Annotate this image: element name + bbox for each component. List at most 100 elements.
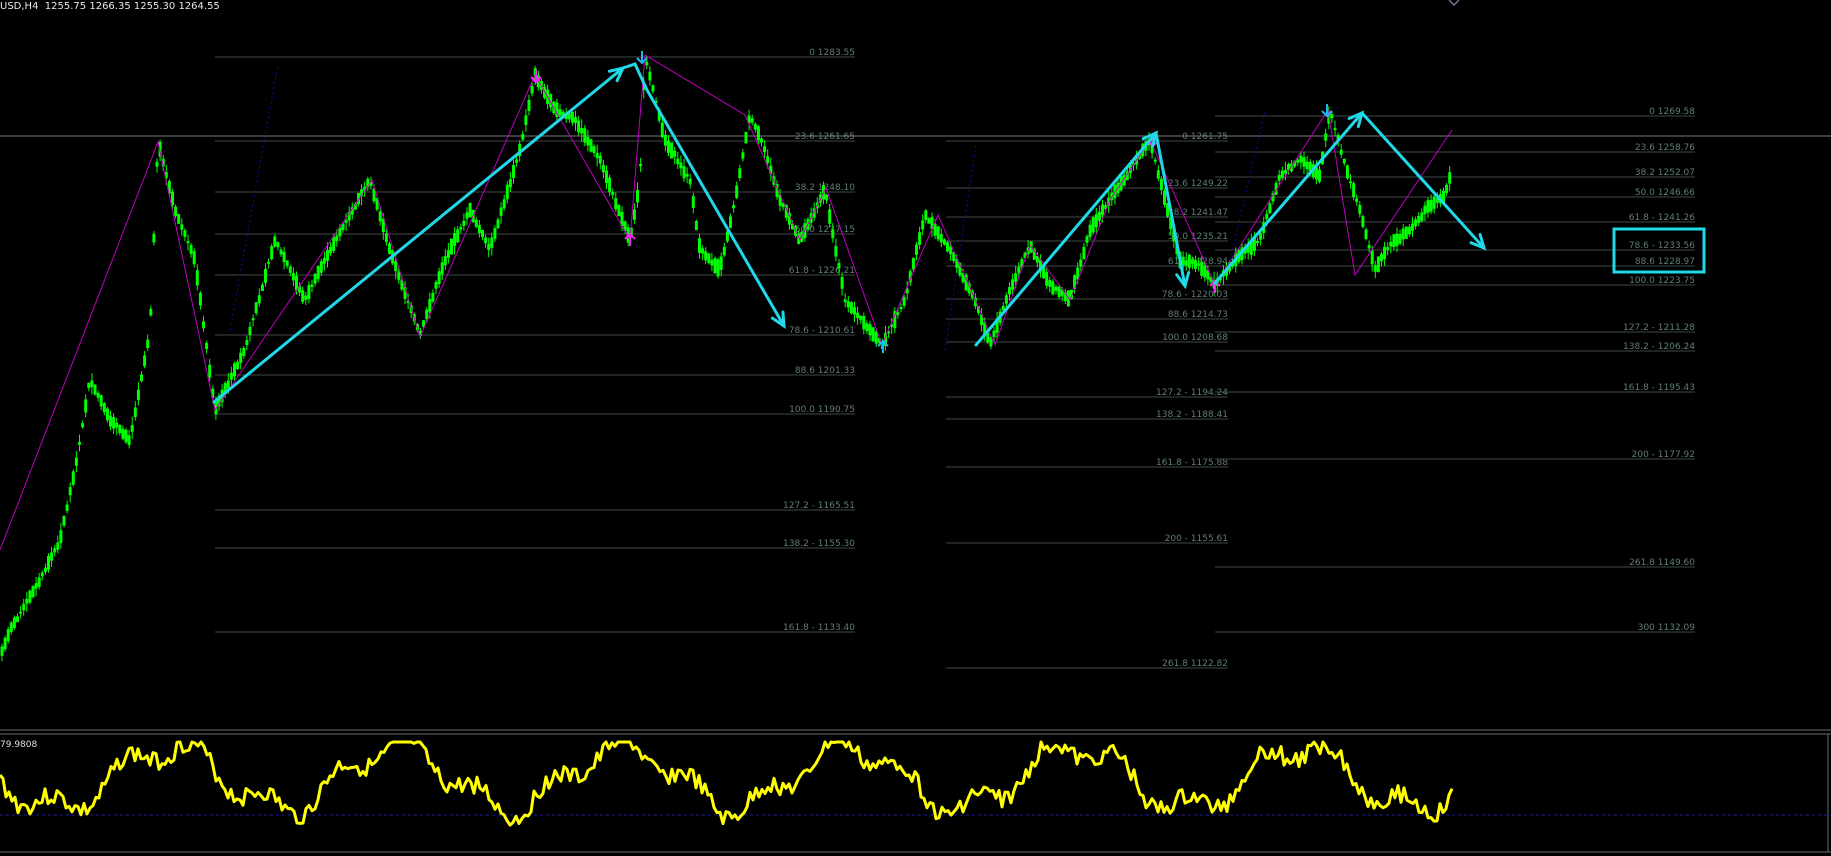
candle-body bbox=[31, 586, 35, 598]
candle-body bbox=[291, 273, 295, 281]
fib-level-label: 261.8 1122.82 bbox=[1162, 659, 1228, 669]
candle-body bbox=[90, 380, 94, 388]
candle-body bbox=[1333, 128, 1337, 131]
candle-body bbox=[617, 204, 621, 217]
candle-body bbox=[459, 227, 463, 230]
candle-body bbox=[856, 312, 860, 319]
candle-body bbox=[719, 256, 723, 270]
candle-body bbox=[180, 224, 184, 230]
candle-body bbox=[493, 228, 497, 239]
candle-body bbox=[1445, 184, 1449, 193]
candle-body bbox=[310, 284, 314, 287]
candle-body bbox=[233, 363, 236, 377]
candle-body bbox=[1426, 200, 1430, 213]
candle-body bbox=[1277, 174, 1281, 181]
candle-body bbox=[56, 542, 60, 550]
fib-level-label: 38.2 1241.47 bbox=[1168, 208, 1228, 218]
candle-body bbox=[499, 207, 503, 216]
candle-body bbox=[177, 213, 181, 224]
candle-body bbox=[270, 246, 274, 260]
candle-body bbox=[1079, 259, 1083, 267]
candle-body bbox=[508, 179, 512, 188]
price-chart-area[interactable]: 0 1283.55 23.6 1261.65 38.2 1248.10 50.0 12… bbox=[0, 0, 1831, 856]
candle-body bbox=[601, 164, 605, 173]
candle-body bbox=[899, 306, 903, 309]
candle-body bbox=[484, 237, 488, 244]
candle-body bbox=[202, 321, 205, 329]
candle-body bbox=[109, 415, 112, 427]
candle-body bbox=[434, 282, 438, 289]
candle-body bbox=[198, 292, 202, 306]
fib-level-label: 78.6 - 1220.03 bbox=[1162, 290, 1228, 300]
candle-body bbox=[9, 622, 13, 633]
candle-body bbox=[527, 99, 531, 111]
fib-level-label: 50.0 1246.66 bbox=[1635, 188, 1695, 198]
candle-body bbox=[1395, 233, 1399, 247]
candle-body bbox=[431, 292, 435, 302]
candle-body bbox=[248, 326, 252, 335]
candle-body bbox=[1429, 199, 1433, 212]
candle-body bbox=[738, 168, 742, 179]
candle-body bbox=[849, 302, 853, 314]
candle-body bbox=[236, 361, 240, 369]
candle-body bbox=[1364, 229, 1368, 239]
fib-level-label: 161.8 - 1133.40 bbox=[783, 623, 855, 633]
candle-body bbox=[1392, 234, 1396, 248]
trend-arrow-annotation bbox=[645, 88, 786, 329]
candle-body bbox=[862, 316, 866, 330]
candle-body bbox=[99, 395, 103, 407]
trend-arrow-shaft bbox=[645, 88, 786, 328]
candle-body bbox=[171, 191, 174, 206]
candle-body bbox=[1187, 254, 1191, 268]
candle-body bbox=[127, 435, 131, 446]
indicator-value-label: 79.9808 bbox=[0, 740, 38, 750]
candle-body bbox=[1268, 203, 1272, 214]
candle-body bbox=[763, 146, 767, 153]
candle-body bbox=[595, 152, 599, 159]
candle-body bbox=[942, 239, 946, 245]
candle-body bbox=[326, 249, 329, 261]
candle-body bbox=[1153, 159, 1157, 162]
fib-level-label: 300 1132.09 bbox=[1638, 623, 1696, 633]
candle-body bbox=[911, 258, 915, 270]
candle-body bbox=[68, 487, 72, 496]
candle-body bbox=[319, 261, 323, 273]
fib-level-label: 100.0 1208.68 bbox=[1162, 333, 1228, 343]
fib-level-label: 127.2 - 1194.24 bbox=[1156, 388, 1228, 398]
candle-body bbox=[874, 331, 878, 344]
candle-body bbox=[96, 392, 100, 398]
candle-body bbox=[3, 637, 7, 650]
candle-body bbox=[614, 198, 618, 210]
candle-body bbox=[1265, 213, 1269, 220]
candle-body bbox=[183, 230, 187, 237]
candle-body bbox=[50, 552, 54, 561]
fib-level-label: 88.6 1201.33 bbox=[795, 366, 855, 376]
candle-body bbox=[264, 268, 267, 283]
candle-body bbox=[505, 184, 509, 200]
candle-body bbox=[189, 244, 193, 254]
candle-body bbox=[71, 471, 75, 485]
candle-body bbox=[74, 457, 78, 466]
candle-body bbox=[918, 232, 922, 245]
fib-level-label: 138.2 - 1206.24 bbox=[1623, 342, 1695, 352]
fib-level-label: 38.2 1252.07 bbox=[1635, 168, 1695, 178]
candle-body bbox=[53, 548, 57, 553]
candle-body bbox=[515, 159, 519, 163]
candle-body bbox=[279, 249, 283, 255]
candle-body bbox=[267, 261, 271, 264]
chart-window[interactable]: USD,H4 1255.75 1266.35 1255.30 1264.55 0… bbox=[0, 0, 1831, 856]
candle-body bbox=[102, 403, 106, 413]
candle-body bbox=[1361, 216, 1365, 227]
candle-body bbox=[744, 131, 748, 144]
candle-body bbox=[645, 61, 649, 66]
candle-body bbox=[1324, 133, 1328, 141]
candle-body bbox=[741, 152, 745, 159]
zigzag-indicator bbox=[0, 54, 1453, 551]
candle-body bbox=[698, 238, 701, 253]
fib-level-label: 38.2 1248.10 bbox=[795, 183, 855, 193]
candle-body bbox=[59, 530, 63, 543]
candle-body bbox=[313, 273, 317, 284]
candle-body bbox=[846, 301, 850, 308]
candle-body bbox=[242, 348, 246, 356]
candle-body bbox=[722, 246, 726, 256]
